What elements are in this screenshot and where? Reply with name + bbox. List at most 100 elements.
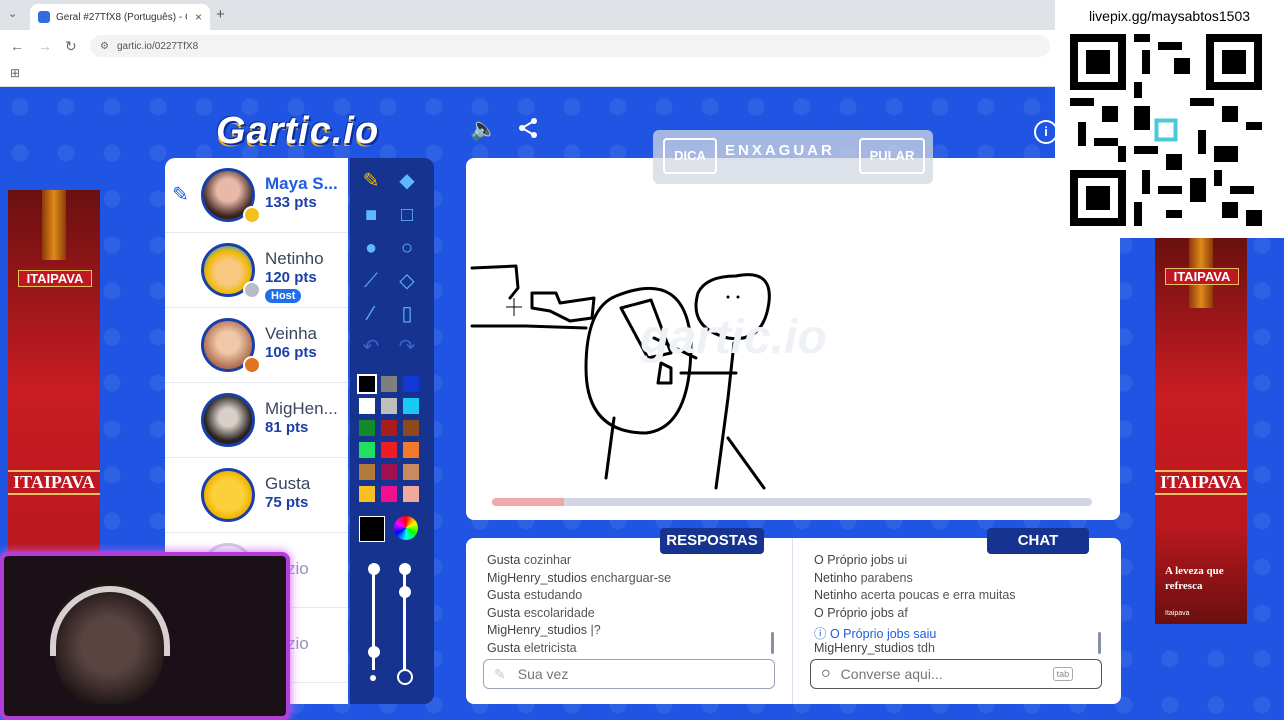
color-swatch[interactable] — [381, 398, 397, 414]
chat-title: CHAT — [987, 528, 1089, 554]
ad-brand: ITAIPAVA — [8, 470, 100, 495]
player-item: Veinha 106 pts — [165, 308, 348, 383]
undo-icon[interactable]: ↶ — [358, 334, 384, 360]
chat-message: MigHenry_studios encharguar-se — [487, 571, 671, 585]
ad-slogan: A leveza que refresca — [1165, 565, 1224, 592]
speaker-icon[interactable]: 🔈 — [470, 116, 497, 142]
chat-message: MigHenry_studios |? — [487, 623, 601, 637]
opacity-knob-2[interactable] — [399, 586, 411, 598]
brush-size-knob-bottom[interactable] — [368, 646, 380, 658]
color-swatch[interactable] — [403, 486, 419, 502]
chat-message: O Próprio jobs ui — [814, 553, 907, 567]
message-user: Gusta — [487, 605, 521, 620]
qr-code — [1070, 34, 1262, 226]
color-swatch[interactable] — [381, 442, 397, 458]
share-icon[interactable] — [516, 116, 540, 146]
color-swatch[interactable] — [403, 376, 419, 392]
apps-grid-icon[interactable]: ⊞ — [10, 66, 20, 80]
page-tool-icon[interactable]: ▯ — [394, 301, 420, 327]
player-name: Veinha — [265, 324, 317, 343]
new-tab-button[interactable]: + — [216, 6, 225, 23]
pencil-input-icon: ✎ — [494, 665, 506, 682]
color-swatch[interactable] — [403, 464, 419, 480]
message-text: eletricista — [523, 640, 577, 655]
donation-url: livepix.gg/maysabtos1503 — [1088, 8, 1251, 24]
chat-message: MigHenry_studios tdh — [814, 641, 935, 655]
chat-bubble-icon: ○ — [821, 665, 831, 682]
tab-key-hint: tab — [1052, 667, 1074, 681]
avatar — [201, 393, 255, 447]
message-user: O Próprio jobs — [829, 627, 910, 641]
line-tool-icon[interactable]: ⟋ — [358, 268, 384, 294]
hint-button[interactable]: DICA — [663, 138, 717, 174]
color-swatch[interactable] — [403, 442, 419, 458]
gartic-logo[interactable]: Gartic.io — [216, 110, 379, 153]
ad-brand-top: ITAIPAVA — [1165, 268, 1239, 285]
chat-message: O Próprio jobs af — [814, 606, 908, 620]
opacity-knob[interactable] — [399, 563, 411, 575]
color-swatch[interactable] — [381, 420, 397, 436]
circle-tool-icon[interactable]: ○ — [394, 235, 420, 261]
chat-field[interactable] — [838, 665, 1053, 683]
player-points: 81 pts — [265, 419, 309, 436]
rect-tool-icon[interactable]: □ — [394, 202, 420, 228]
timer-bar — [492, 498, 1092, 506]
color-swatch[interactable] — [403, 420, 419, 436]
chat-scrollbar[interactable] — [1098, 632, 1101, 654]
opacity-slider[interactable] — [403, 570, 406, 670]
timer-fill — [492, 498, 564, 506]
answer-input[interactable]: ✎ — [483, 659, 775, 689]
info-icon: ⓘ — [814, 627, 830, 641]
reload-icon[interactable]: ↻ — [65, 38, 77, 55]
color-picker-icon[interactable] — [394, 516, 418, 540]
color-swatch[interactable] — [381, 486, 397, 502]
message-text: estudando — [523, 588, 583, 602]
redo-icon[interactable]: ↷ — [394, 334, 420, 360]
browser-tab[interactable]: Geral #27TfX8 (Português) - Ga × — [30, 4, 210, 30]
eyedropper-tool-icon[interactable]: ⁄ — [358, 301, 384, 327]
color-swatch[interactable] — [359, 486, 375, 502]
ad-brand: ITAIPAVA — [1155, 470, 1247, 495]
color-swatch[interactable] — [403, 398, 419, 414]
player-name: Gusta — [265, 474, 311, 493]
close-tab-icon[interactable]: × — [195, 10, 202, 24]
pencil-tool-icon[interactable]: ✎ — [358, 168, 384, 194]
message-user: Gusta — [487, 553, 521, 567]
eraser-tool-icon[interactable]: ◆ — [394, 168, 420, 194]
color-swatch[interactable] — [359, 464, 375, 480]
player-points: 120 pts — [265, 269, 317, 286]
message-user: MigHenry_studios — [814, 640, 915, 655]
message-text: escolaridade — [523, 605, 595, 620]
fill-tool-icon[interactable]: ◇ — [394, 268, 420, 294]
site-settings-icon[interactable]: ⚙ — [100, 41, 109, 52]
message-text: acerta poucas e erra muitas — [860, 588, 1016, 602]
color-swatch[interactable] — [357, 374, 377, 394]
color-swatch[interactable] — [359, 420, 375, 436]
address-bar[interactable]: ⚙ gartic.io/0227TfX8 — [90, 35, 1050, 57]
drawing-pencil-icon: ✎ — [172, 184, 189, 206]
status-dot — [243, 206, 261, 224]
filled-rect-tool-icon[interactable]: ■ — [358, 202, 384, 228]
answer-field[interactable] — [515, 665, 720, 683]
forward-icon[interactable]: → — [38, 38, 52, 54]
color-swatch[interactable] — [381, 376, 397, 392]
chat-input[interactable]: ○ tab — [810, 659, 1102, 689]
back-icon[interactable]: ← — [10, 38, 24, 54]
player-name: zio — [287, 634, 309, 653]
right-ad-banner[interactable]: ITAIPAVA ITAIPAVA A leveza que refresca … — [1155, 238, 1247, 624]
brush-size-knob[interactable] — [368, 563, 380, 575]
color-swatch[interactable] — [359, 442, 375, 458]
skip-button[interactable]: PULAR — [859, 138, 925, 174]
secret-word: ENXAGUAR — [725, 142, 835, 159]
filled-circle-tool-icon[interactable]: ● — [358, 235, 384, 261]
bottle-image — [42, 190, 66, 260]
tab-search-icon[interactable]: ⌄ — [8, 7, 17, 20]
tab-title: Geral #27TfX8 (Português) - Ga — [56, 11, 187, 23]
color-swatch[interactable] — [381, 464, 397, 480]
answers-scrollbar[interactable] — [771, 632, 774, 654]
message-text: |? — [590, 623, 601, 637]
color-swatch[interactable] — [359, 398, 375, 414]
message-user: Gusta — [487, 588, 521, 602]
player-points: 75 pts — [265, 494, 309, 511]
player-item: MigHen... 81 pts — [165, 383, 348, 458]
